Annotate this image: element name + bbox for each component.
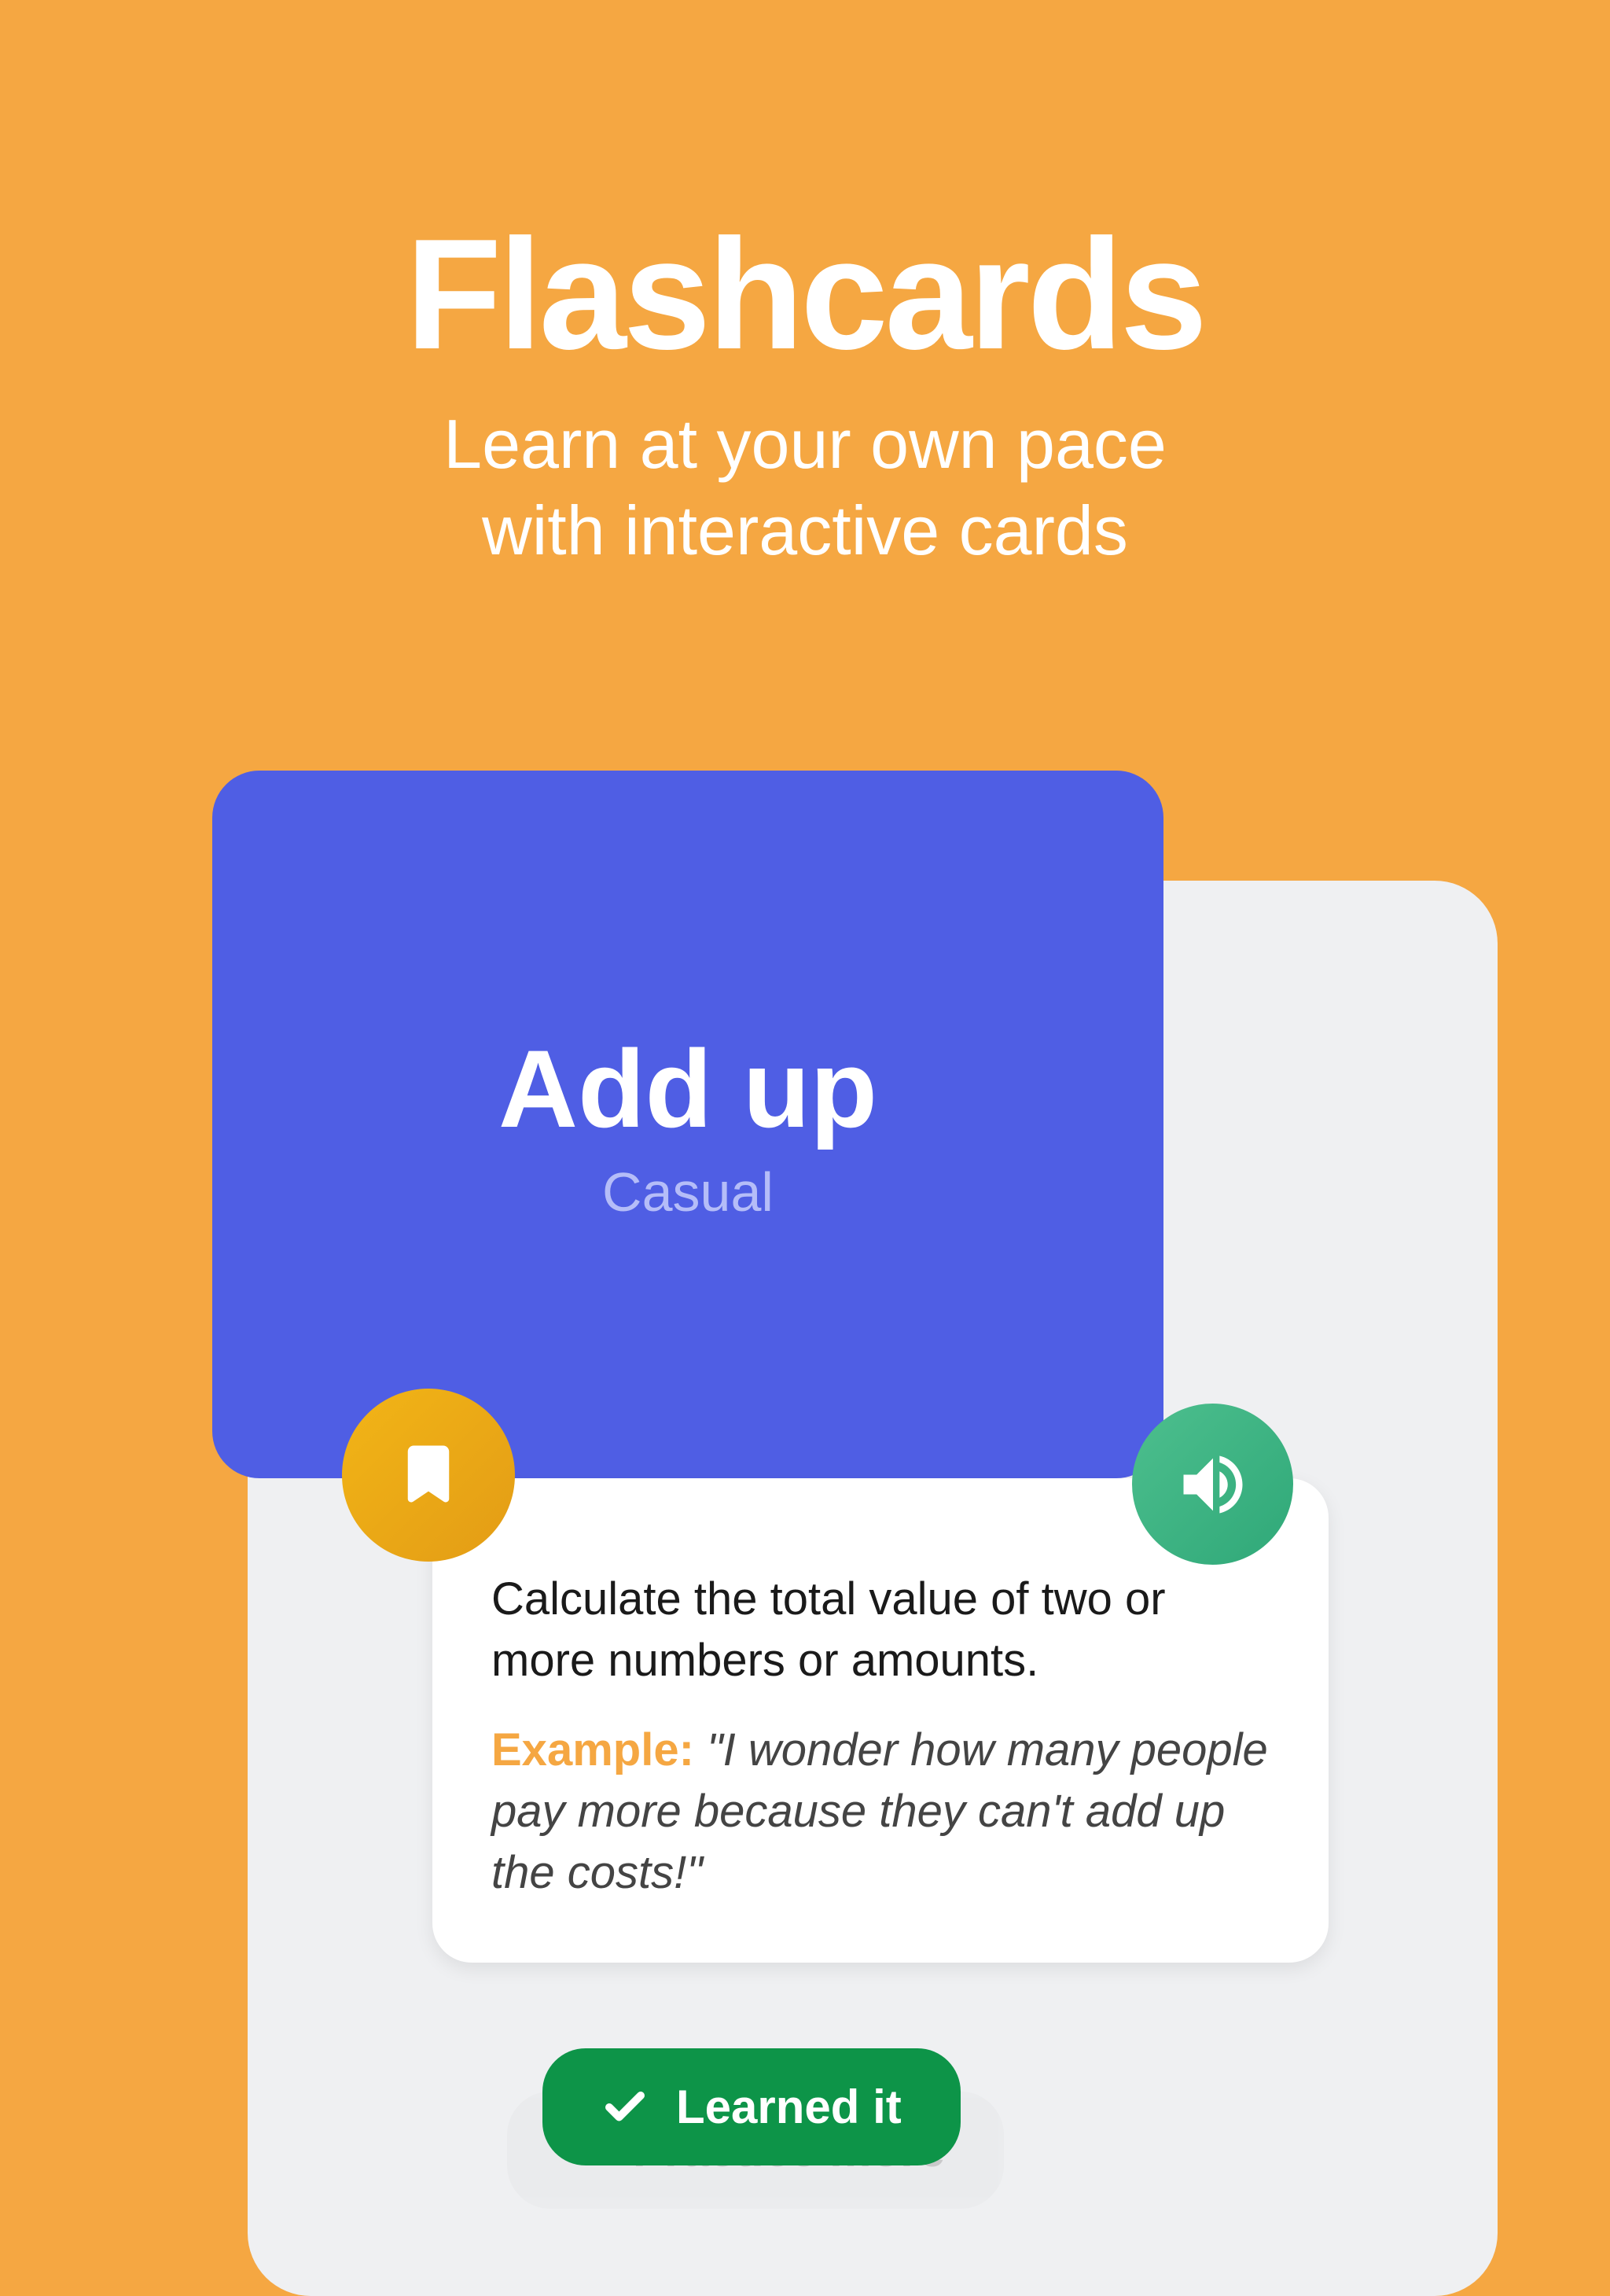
example-wrapper: Example: "I wonder how many people pay m… xyxy=(491,1720,1270,1904)
check-icon xyxy=(601,2084,649,2131)
bookmark-icon xyxy=(393,1440,464,1510)
definition-card: Calculate the total value of two or more… xyxy=(432,1478,1329,1963)
page-subtitle: Learn at your own pace with interactive … xyxy=(0,401,1610,574)
header: Flashcards Learn at your own pace with i… xyxy=(0,0,1610,574)
learned-it-label: Learned it xyxy=(676,2080,902,2134)
bookmark-button[interactable] xyxy=(342,1389,515,1562)
speaker-icon xyxy=(1174,1445,1252,1524)
term-text: Add up xyxy=(498,1025,877,1153)
speaker-button[interactable] xyxy=(1132,1404,1293,1565)
term-tag: Casual xyxy=(602,1161,774,1223)
example-label: Example: xyxy=(491,1724,694,1775)
page-title: Flashcards xyxy=(0,204,1610,385)
definition-text: Calculate the total value of two or more… xyxy=(491,1569,1270,1692)
term-card[interactable]: Add up Casual xyxy=(212,771,1163,1478)
